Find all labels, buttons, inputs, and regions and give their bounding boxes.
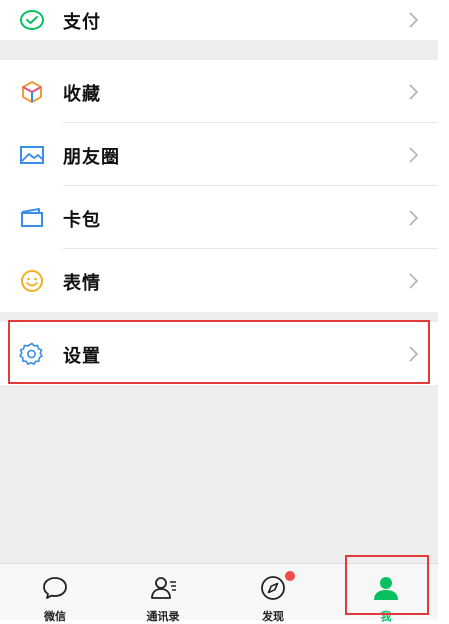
chevron-right-icon (409, 273, 419, 289)
tab-chats[interactable]: 微信 (10, 564, 100, 623)
menu-item-label: 朋友圈 (63, 147, 120, 168)
tab-discover[interactable]: 发现 (228, 564, 318, 623)
wechat-pay-icon (18, 6, 46, 34)
gear-icon (18, 340, 46, 368)
menu-item-stickers[interactable]: 表情 (0, 249, 438, 312)
menu-item-moments[interactable]: 朋友圈 (0, 123, 438, 186)
chevron-right-icon (409, 346, 419, 362)
chevron-right-icon (409, 84, 419, 100)
tab-contacts[interactable]: 通讯录 (118, 564, 208, 623)
image-icon (18, 141, 46, 169)
menu-item-cards[interactable]: 卡包 (0, 186, 438, 249)
menu-item-label: 表情 (63, 273, 101, 294)
tab-label: 微信 (44, 610, 66, 623)
right-margin (438, 0, 449, 619)
menu-item-settings[interactable]: 设置 (0, 322, 438, 385)
person-icon (374, 577, 398, 600)
notification-dot (285, 571, 295, 581)
chat-bubble-icon (43, 577, 67, 599)
menu-item-label: 收藏 (63, 84, 101, 105)
tab-label: 我 (380, 610, 392, 623)
cube-icon (18, 78, 46, 106)
card-wallet-icon (18, 204, 46, 232)
tab-label: 发现 (262, 610, 284, 623)
tab-label: 通讯录 (146, 610, 180, 623)
chevron-right-icon (409, 147, 419, 163)
tab-me[interactable]: 我 (341, 564, 431, 623)
menu-item-label: 设置 (63, 346, 101, 367)
bottom-tab-bar: 微信 通讯录 发现 我 (0, 563, 438, 623)
menu-item-favorites[interactable]: 收藏 (0, 60, 438, 123)
me-page: 支付 收藏 朋友圈 卡包 表情 设置 微信 通讯录 发现 我 (0, 0, 438, 623)
smiley-icon (18, 267, 46, 295)
menu-item-label: 卡包 (63, 210, 101, 231)
contacts-icon (151, 577, 176, 599)
menu-item-pay[interactable]: 支付 (0, 0, 438, 40)
menu-item-label: 支付 (63, 12, 101, 33)
compass-icon (261, 576, 285, 600)
chevron-right-icon (409, 210, 419, 226)
chevron-right-icon (409, 12, 419, 28)
